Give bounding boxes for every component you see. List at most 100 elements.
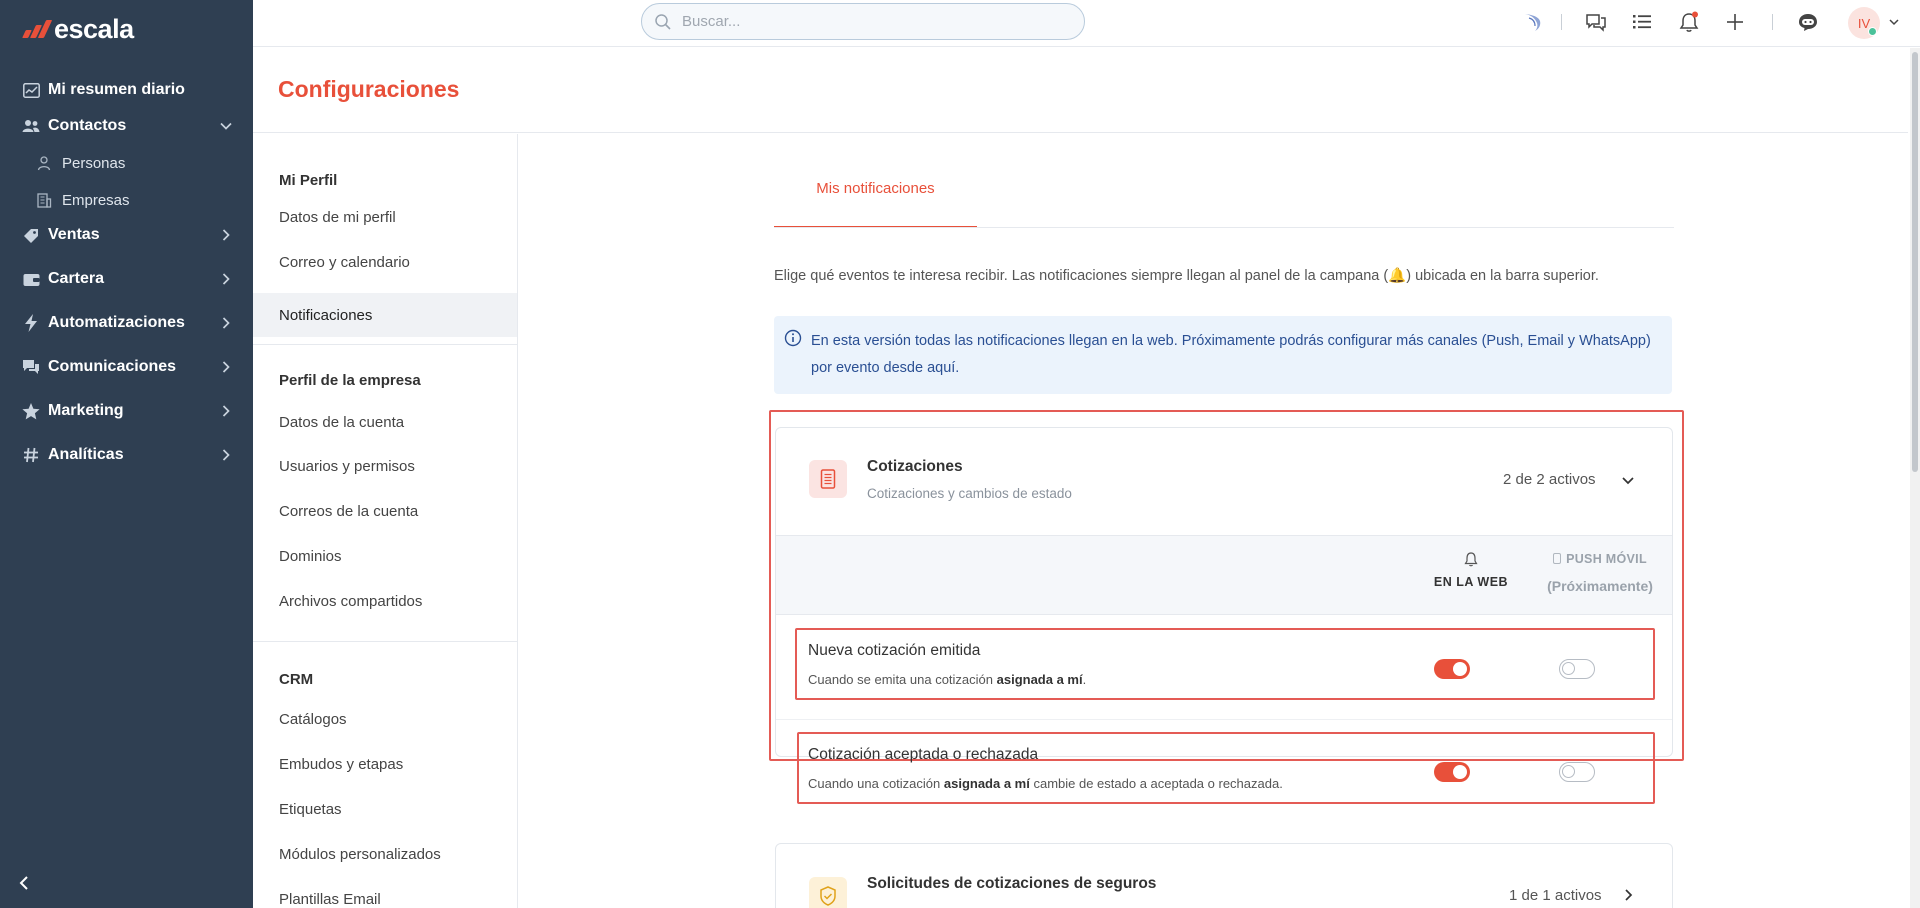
sidebar-item-resumen[interactable]: Mi resumen diario	[0, 72, 253, 108]
sidebar-item-cartera[interactable]: Cartera	[0, 261, 253, 297]
settings-section-heading: Mi Perfil	[279, 172, 338, 189]
chevron-down-icon	[216, 116, 236, 136]
sidebar-item-empresas[interactable]: Empresas	[0, 185, 253, 215]
online-status-dot	[1868, 27, 1877, 36]
group-subtitle: Cotizaciones y cambios de estado	[867, 486, 1072, 501]
column-push-soon: (Próximamente)	[1547, 578, 1653, 594]
document-icon	[809, 460, 847, 498]
settings-item-dominios[interactable]: Dominios	[253, 534, 517, 578]
tab-mis-notificaciones[interactable]: Mis notificaciones	[774, 180, 977, 228]
group-active-count: 1 de 1 activos	[1509, 887, 1602, 904]
chevron-down-icon[interactable]	[1620, 472, 1636, 488]
tab-underline	[774, 227, 1674, 228]
group-active-count: 2 de 2 activos	[1503, 471, 1596, 488]
sidebar-item-analiticas[interactable]: Analíticas	[0, 437, 253, 473]
sidebar-item-contactos[interactable]: Contactos	[0, 108, 253, 144]
notification-row-desc: Cuando una cotización asignada a mí camb…	[808, 776, 1283, 791]
notifications-panel: Mis notificaciones Elige qué eventos te …	[519, 134, 1908, 908]
settings-item-catalogos[interactable]: Catálogos	[253, 697, 517, 741]
shield-check-icon	[809, 877, 847, 908]
page-scrollbar[interactable]	[1910, 48, 1920, 908]
chevron-right-icon	[216, 313, 236, 333]
star-icon	[22, 402, 40, 420]
column-push-label: PUSH MÓVIL	[1535, 552, 1665, 566]
bolt-icon	[22, 314, 40, 332]
search-input[interactable]	[682, 13, 1062, 30]
topbar: IV	[253, 0, 1920, 47]
settings-item-plantillas-email[interactable]: Plantillas Email	[253, 877, 517, 908]
settings-section-heading: Perfil de la empresa	[279, 372, 421, 389]
chevron-right-icon	[216, 269, 236, 289]
settings-item-archivos[interactable]: Archivos compartidos	[253, 579, 517, 623]
person-icon	[36, 155, 52, 171]
info-text: En esta versión todas las notificaciones…	[811, 333, 1651, 376]
chat-icon	[22, 358, 40, 376]
sidebar: escala Mi resumen diario Contactos Perso…	[0, 0, 253, 908]
sidebar-item-comunicaciones[interactable]: Comunicaciones	[0, 349, 253, 385]
settings-item-usuarios-permisos[interactable]: Usuarios y permisos	[253, 444, 517, 488]
search-icon	[654, 13, 672, 31]
settings-item-datos-perfil[interactable]: Datos de mi perfil	[253, 195, 517, 239]
toggle-web-nueva-cotizacion[interactable]	[1434, 659, 1470, 679]
page-header: Configuraciones	[253, 48, 1908, 133]
group-title: Cotizaciones	[867, 458, 963, 475]
sidebar-item-ventas[interactable]: Ventas	[0, 217, 253, 253]
bird-icon[interactable]	[1521, 10, 1545, 34]
highlight-box	[795, 628, 1655, 700]
settings-item-notificaciones[interactable]: Notificaciones	[253, 293, 517, 337]
row-separator	[776, 719, 1672, 720]
messages-icon[interactable]	[1584, 10, 1608, 34]
notification-row-desc: Cuando se emita una cotización asignada …	[808, 672, 1087, 687]
tag-icon	[22, 226, 40, 244]
collapse-sidebar-icon[interactable]	[14, 873, 34, 893]
bell-icon[interactable]	[1677, 10, 1701, 34]
mobile-icon	[1553, 553, 1562, 564]
info-banner: En esta versión todas las notificaciones…	[774, 316, 1672, 394]
highlight-box	[797, 732, 1655, 804]
column-web-label: EN LA WEB	[1433, 575, 1509, 589]
settings-section-heading: CRM	[279, 671, 314, 688]
search-box[interactable]	[641, 3, 1085, 40]
wallet-icon	[22, 270, 40, 288]
bell-emoji-icon: 🔔	[1388, 268, 1407, 284]
logo[interactable]: escala	[22, 13, 134, 44]
users-icon	[22, 117, 40, 135]
settings-item-correos-cuenta[interactable]: Correos de la cuenta	[253, 489, 517, 533]
topbar-separator	[1561, 14, 1562, 30]
plus-icon[interactable]	[1723, 10, 1747, 34]
page-title: Configuraciones	[278, 76, 460, 102]
toggle-push-cotizacion-aceptada[interactable]	[1559, 762, 1595, 782]
app-root: escala Mi resumen diario Contactos Perso…	[0, 0, 1920, 908]
bell-icon	[1463, 551, 1479, 567]
chevron-right-icon	[216, 357, 236, 377]
settings-item-datos-cuenta[interactable]: Datos de la cuenta	[253, 400, 517, 444]
sidebar-item-marketing[interactable]: Marketing	[0, 393, 253, 429]
notification-row-title: Cotización aceptada o rechazada	[808, 746, 1039, 763]
divider	[253, 344, 517, 345]
task-list-icon[interactable]	[1630, 10, 1654, 34]
notification-row-title: Nueva cotización emitida	[808, 642, 981, 659]
sidebar-item-personas[interactable]: Personas	[0, 148, 253, 178]
settings-menu: Mi Perfil Datos de mi perfil Correo y ca…	[253, 134, 518, 908]
columns-header	[776, 535, 1672, 615]
group-title: Solicitudes de cotizaciones de seguros	[867, 875, 1157, 892]
chart-line-icon	[22, 81, 40, 99]
toggle-push-nueva-cotizacion[interactable]	[1559, 659, 1595, 679]
settings-item-embudos[interactable]: Embudos y etapas	[253, 742, 517, 786]
chevron-down-icon[interactable]	[1882, 10, 1906, 34]
chevron-right-icon	[216, 445, 236, 465]
logo-text: escala	[54, 13, 134, 44]
scrollbar-thumb[interactable]	[1912, 52, 1918, 472]
sidebar-item-automatizaciones[interactable]: Automatizaciones	[0, 305, 253, 341]
building-icon	[36, 192, 52, 208]
topbar-separator	[1772, 14, 1773, 30]
logo-mark-icon	[22, 20, 53, 38]
chevron-right-icon	[216, 225, 236, 245]
support-chat-icon[interactable]	[1796, 10, 1820, 34]
chevron-right-icon[interactable]	[1620, 887, 1636, 903]
settings-item-etiquetas[interactable]: Etiquetas	[253, 787, 517, 831]
toggle-web-cotizacion-aceptada[interactable]	[1434, 762, 1470, 782]
settings-item-modulos[interactable]: Módulos personalizados	[253, 832, 517, 876]
settings-item-correo-calendario[interactable]: Correo y calendario	[253, 240, 517, 284]
intro-text: Elige qué eventos te interesa recibir. L…	[774, 268, 1599, 284]
